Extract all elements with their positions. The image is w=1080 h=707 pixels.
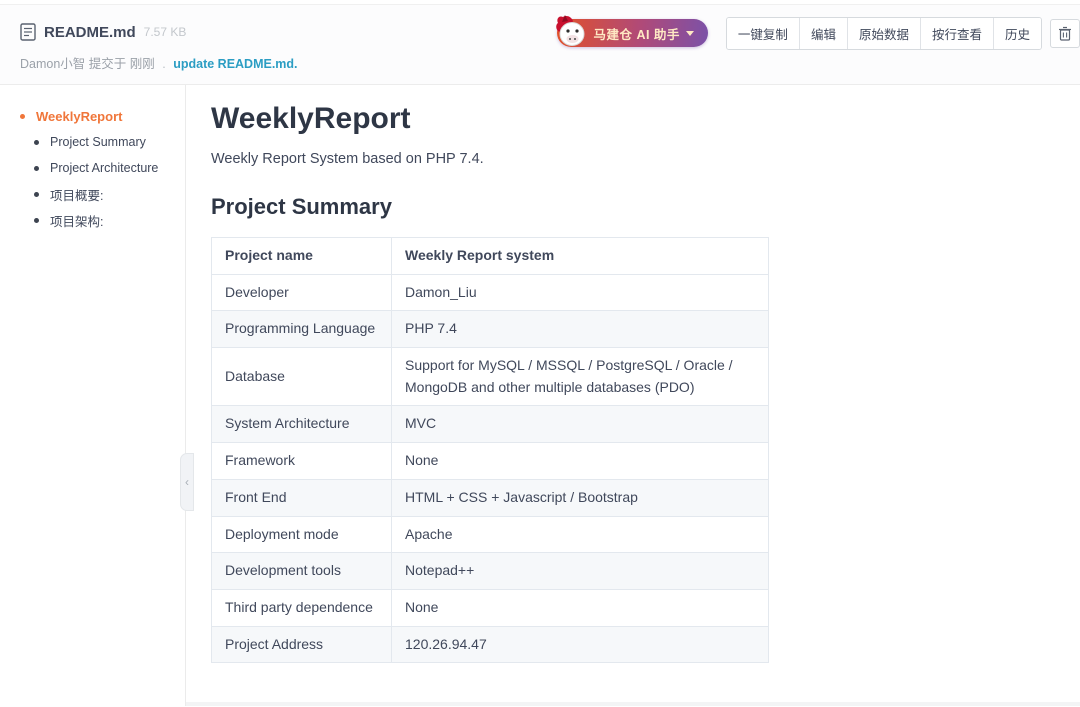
table-header-row: Project name Weekly Report system xyxy=(211,237,769,275)
table-cell: Deployment mode xyxy=(211,515,392,554)
bullet-icon xyxy=(34,165,39,171)
section-heading-project-summary: Project Summary xyxy=(211,194,392,219)
table-row: Deployment mode Apache xyxy=(211,515,769,554)
page-body: WeeklyReport Project Summary Project Archi… xyxy=(0,85,1080,706)
table-cell: Front End xyxy=(211,478,392,517)
table-header-cell: Project name xyxy=(211,237,392,275)
file-name: README.md xyxy=(44,23,136,41)
table-row: Front End HTML + CSS + Javascript / Boots… xyxy=(211,478,769,517)
header-actions: 马建仓 AI 助手 一键复制 编辑 原始数据 按行查看 历史 xyxy=(556,15,1080,50)
trash-icon xyxy=(1059,26,1071,41)
table-cell: Framework xyxy=(211,442,392,480)
table-row: Programming Language PHP 7.4 xyxy=(211,310,769,349)
file-size: 7.57 KB xyxy=(143,25,187,39)
toc-list: WeeklyReport Project Summary Project Archi… xyxy=(0,103,185,233)
file-action-button[interactable]: 一键复制 xyxy=(726,17,799,49)
table-cell: Support for MySQL / MSSQL / PostgreSQL /… xyxy=(391,347,769,407)
toc-item[interactable]: WeeklyReport xyxy=(0,103,185,129)
page-title: WeeklyReport xyxy=(211,102,411,135)
file-action-button[interactable]: 历史 xyxy=(992,17,1041,49)
readme-content: WeeklyReport Weekly Report System based … xyxy=(186,85,1080,706)
table-cell: PHP 7.4 xyxy=(391,310,769,349)
table-cell: Damon_Liu xyxy=(391,273,769,312)
table-row: Database Support for MySQL / MSSQL / Post… xyxy=(211,347,769,407)
commit-message-link[interactable]: update README.md. xyxy=(173,57,297,71)
intro-text: Weekly Report System based on PHP 7.4. xyxy=(211,151,484,167)
table-cell: Programming Language xyxy=(211,310,392,349)
table-cell: None xyxy=(391,442,769,480)
table-cell: Apache xyxy=(391,515,769,554)
bullet-icon xyxy=(34,191,39,197)
table-cell: Notepad++ xyxy=(391,552,769,590)
ai-assistant-label: 马建仓 AI 助手 xyxy=(593,27,680,42)
bullet-icon xyxy=(34,217,39,223)
bullet-icon xyxy=(34,139,39,145)
table-row: Developer Damon_Liu xyxy=(211,273,769,312)
bottom-edge-band xyxy=(186,702,1080,706)
table-row: Development tools Notepad++ xyxy=(211,552,769,590)
table-cell: 120.26.94.47 xyxy=(391,625,769,664)
file-header: README.md 7.57 KB Damon小智 提交于 刚刚 . updat… xyxy=(0,4,1080,85)
table-cell: HTML + CSS + Javascript / Bootstrap xyxy=(391,478,769,517)
commit-action-time: 提交于 刚刚 xyxy=(88,57,155,71)
toc-sidebar: WeeklyReport Project Summary Project Archi… xyxy=(0,85,186,706)
toc-item[interactable]: 项目架构: xyxy=(0,207,185,233)
commit-author[interactable]: Damon小智 xyxy=(20,57,85,71)
table-row: Third party dependence None xyxy=(211,588,769,627)
file-action-button[interactable]: 编辑 xyxy=(798,17,847,49)
table-cell: Third party dependence xyxy=(211,588,392,627)
toc-item-label: WeeklyReport xyxy=(36,108,123,124)
project-summary-table: Project name Weekly Report system Develo… xyxy=(211,237,769,664)
toc-item[interactable]: Project Architecture xyxy=(0,155,185,181)
delete-file-button[interactable] xyxy=(1050,18,1080,48)
sidebar-collapse-toggle[interactable]: ‹ xyxy=(180,453,194,511)
toc-item-label: 项目概要: xyxy=(50,188,104,203)
table-header-cell: Weekly Report system xyxy=(391,237,769,275)
ai-assistant-button[interactable]: 马建仓 AI 助手 xyxy=(556,15,708,47)
bullet-icon xyxy=(20,113,25,119)
file-action-button[interactable]: 原始数据 xyxy=(846,17,920,49)
toc-item[interactable]: 项目概要: xyxy=(0,181,185,207)
toc-item-label: Project Summary xyxy=(50,135,146,149)
horse-mascot-icon xyxy=(556,15,585,46)
table-cell: Development tools xyxy=(211,552,392,590)
toc-item[interactable]: Project Summary xyxy=(0,129,185,155)
table-cell: Database xyxy=(211,347,392,407)
table-cell: None xyxy=(391,588,769,627)
table-cell: Project Address xyxy=(211,625,392,664)
table-cell: System Architecture xyxy=(211,405,392,444)
document-icon xyxy=(20,23,36,41)
chevron-left-icon: ‹ xyxy=(185,475,189,489)
toc-item-label: Project Architecture xyxy=(50,161,159,175)
file-actions-group: 一键复制 编辑 原始数据 按行查看 历史 xyxy=(725,16,1042,50)
toc-item-label: 项目架构: xyxy=(50,214,104,229)
chevron-down-icon xyxy=(685,30,694,36)
file-action-button[interactable]: 按行查看 xyxy=(919,17,993,49)
table-body: Developer Damon_Liu Programming Language PH… xyxy=(211,273,769,664)
table-row: Project Address 120.26.94.47 xyxy=(211,625,769,664)
table-row: System Architecture MVC xyxy=(211,405,769,444)
table-cell: Developer xyxy=(211,273,392,312)
table-cell: MVC xyxy=(391,405,769,444)
table-row: Framework None xyxy=(211,442,769,480)
commit-separator: . xyxy=(162,57,166,71)
